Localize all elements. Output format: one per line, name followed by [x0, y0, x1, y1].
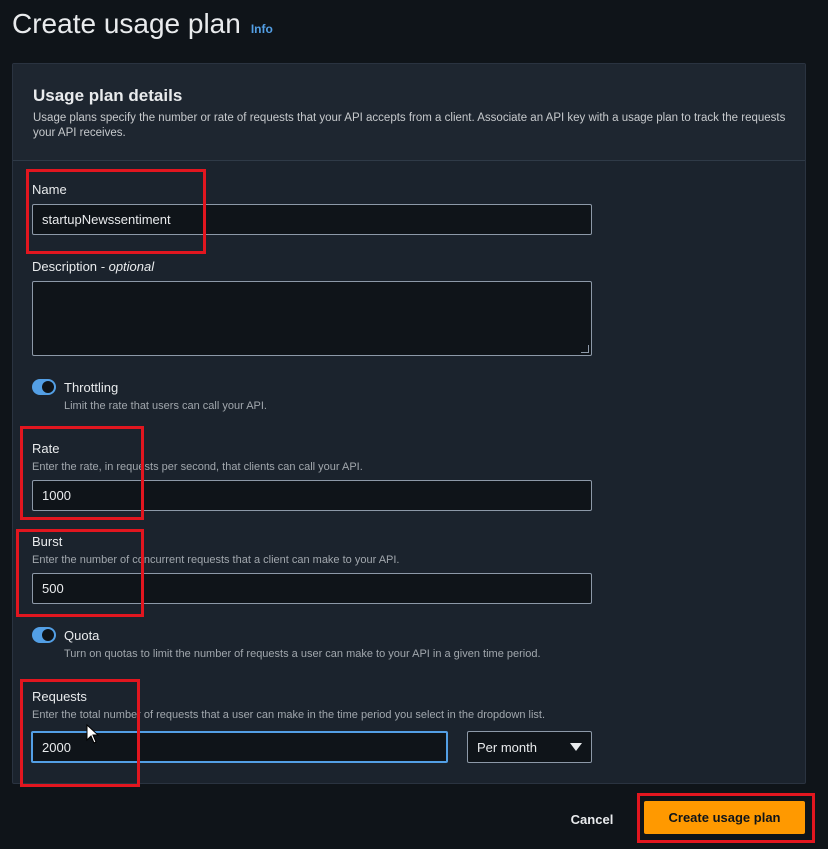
toggle-knob	[42, 629, 54, 641]
throttling-label: Throttling	[64, 380, 119, 395]
burst-label: Burst	[32, 534, 63, 549]
description-label-text: Description	[32, 259, 98, 274]
mouse-cursor-icon	[86, 724, 100, 744]
page-title-text: Create usage plan	[12, 8, 241, 39]
panel-header: Usage plan details Usage plans specify t…	[13, 64, 805, 161]
description-textarea[interactable]	[32, 281, 592, 356]
rate-input-value: 1000	[42, 488, 71, 503]
panel-title: Usage plan details	[33, 86, 183, 105]
toggle-knob	[42, 381, 54, 393]
usage-plan-details-panel: Usage plan details Usage plans specify t…	[12, 63, 806, 784]
quota-hint: Turn on quotas to limit the number of re…	[64, 648, 541, 660]
panel-description: Usage plans specify the number or rate o…	[33, 112, 786, 139]
requests-hint: Enter the total number of requests that …	[32, 709, 546, 721]
rate-input[interactable]: 1000	[32, 480, 592, 511]
caret-down-icon	[570, 743, 582, 751]
resize-handle-icon[interactable]	[581, 345, 589, 353]
period-select-value: Per month	[477, 739, 537, 755]
rate-label: Rate	[32, 441, 60, 456]
rate-hint: Enter the rate, in requests per second, …	[32, 461, 363, 473]
cancel-button[interactable]: Cancel	[560, 808, 624, 830]
create-usage-plan-button[interactable]: Create usage plan	[644, 801, 805, 834]
throttling-hint: Limit the rate that users can call your …	[64, 400, 267, 412]
description-label: Description - optional	[32, 259, 154, 274]
burst-input-value: 500	[42, 581, 64, 596]
requests-label: Requests	[32, 689, 87, 704]
period-select[interactable]: Per month	[467, 731, 592, 763]
requests-input-value: 2000	[42, 739, 71, 755]
info-link[interactable]: Info	[251, 22, 273, 36]
throttling-toggle[interactable]	[32, 379, 56, 395]
burst-input[interactable]: 500	[32, 573, 592, 604]
quota-label: Quota	[64, 628, 100, 643]
burst-hint: Enter the number of concurrent requests …	[32, 554, 400, 566]
page-title: Create usage plan Info	[12, 8, 273, 40]
name-input[interactable]: startupNewssentiment	[32, 204, 592, 235]
name-label: Name	[32, 182, 67, 197]
name-input-value: startupNewssentiment	[42, 212, 171, 227]
quota-toggle[interactable]	[32, 627, 56, 643]
description-optional: - optional	[100, 259, 155, 274]
